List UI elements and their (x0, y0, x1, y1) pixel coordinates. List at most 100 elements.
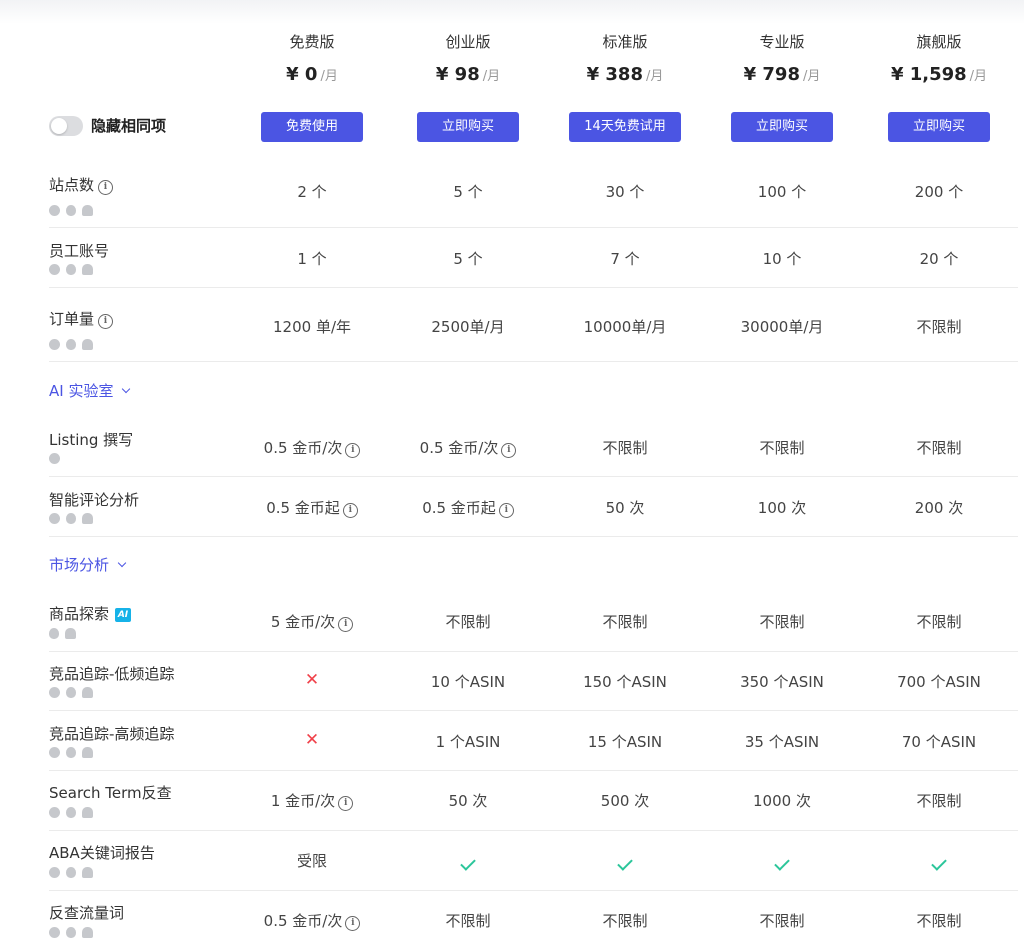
chrome-icon (49, 453, 60, 464)
hide-same-toggle[interactable] (49, 116, 83, 136)
chrome-icon (49, 513, 60, 524)
cell-value: 30 个 (605, 183, 645, 201)
plan-name: 标准版 (602, 33, 648, 51)
plan-price: ¥ 388/月 (545, 64, 705, 85)
price-amount: ¥ 798 (743, 64, 800, 85)
cell-value: 700 个ASIN (897, 673, 981, 691)
section-label: 市场分析 (49, 556, 110, 574)
cell-value: 5 个 (453, 250, 483, 268)
ai-badge-icon: AI (115, 608, 132, 622)
cell-value: 不限制 (602, 613, 648, 631)
info-icon[interactable]: i (338, 617, 354, 632)
android-icon (82, 747, 93, 758)
info-icon[interactable]: i (345, 916, 361, 931)
price-unit: /月 (645, 69, 664, 84)
chevron-down-icon (117, 558, 127, 568)
plan-name: 旗舰版 (916, 33, 962, 51)
cell-value: 0.5 金币起 i (237, 497, 387, 518)
chrome-icon (49, 867, 60, 878)
cell-value: 500 次 (600, 792, 650, 810)
buy-now-button[interactable]: 立即购买 (888, 112, 990, 142)
apple-icon (66, 807, 76, 818)
section-toggle-market[interactable]: 市场分析 (49, 554, 127, 575)
cell-value: 70 个ASIN (901, 733, 977, 751)
cell-value: 不限制 (602, 912, 648, 930)
check-icon (460, 855, 476, 871)
plan-name: 专业版 (759, 33, 805, 51)
cell-value: 不限制 (916, 792, 962, 810)
plan-price: ¥ 798/月 (702, 64, 862, 85)
info-icon[interactable]: i (98, 314, 114, 329)
feature-label: 竞品追踪-低频追踪 (49, 665, 175, 683)
info-icon[interactable]: i (501, 443, 517, 458)
cell-value: 不限制 (916, 613, 962, 631)
buy-now-button[interactable]: 立即购买 (417, 112, 519, 142)
buy-now-button[interactable]: 立即购买 (731, 112, 833, 142)
price-amount: ¥ 0 (286, 64, 318, 85)
plan-name: 创业版 (445, 33, 491, 51)
plan-price: ¥ 1,598/月 (859, 64, 1019, 85)
cell-value: 受限 (296, 852, 327, 870)
info-icon[interactable]: i (98, 180, 114, 195)
check-icon (931, 855, 947, 871)
platform-icons (49, 264, 99, 276)
chrome-icon (49, 807, 60, 818)
platform-icons (49, 687, 99, 699)
feature-name: 订单量 i (49, 308, 114, 329)
android-icon (82, 867, 93, 878)
chrome-icon (49, 687, 60, 698)
feature-label: 商品探索 (49, 605, 110, 623)
platform-icons (49, 628, 82, 640)
chrome-icon (49, 747, 60, 758)
info-icon[interactable]: i (338, 796, 354, 811)
cell-value: 20 个 (919, 250, 959, 268)
cell-value: 不限制 (602, 439, 648, 457)
row-divider (49, 536, 1018, 537)
price-amount: ¥ 388 (586, 64, 643, 85)
apple-icon (66, 867, 76, 878)
chrome-icon (49, 339, 60, 350)
toggle-knob (51, 118, 67, 134)
feature-row: ABA关键词报告 受限 (0, 831, 1024, 891)
cell-text: 0.5 金币/次 (419, 439, 499, 457)
cell-value: 350 个ASIN (740, 673, 824, 691)
info-icon[interactable]: i (498, 503, 514, 518)
cell-value: 50 次 (448, 792, 488, 810)
feature-row: Search Term反查 1 金币/次 i 50 次 500 次 1000 次 … (0, 771, 1024, 831)
free-trial-button[interactable]: 14天免费试用 (569, 112, 681, 142)
feature-label: 竞品追踪-高频追踪 (49, 725, 175, 743)
cell-value: 不限制 (759, 613, 805, 631)
platform-icons (49, 927, 99, 939)
cell-value: 5 个 (453, 183, 483, 201)
plan-price: ¥ 98/月 (388, 64, 548, 85)
hide-same-label: 隐藏相同项 (91, 117, 167, 135)
apple-icon (66, 513, 76, 524)
chrome-icon (49, 927, 60, 938)
feature-row: 站点数 i 2 个 5 个 30 个 100 个 200 个 (0, 160, 1024, 228)
cell-value: 2500单/月 (431, 318, 505, 336)
cell-value: 0.5 金币/次 i (237, 910, 387, 931)
feature-label: Search Term反查 (49, 784, 172, 802)
info-icon[interactable]: i (342, 503, 358, 518)
cell-value: 50 次 (605, 499, 645, 517)
cell-value: 10 个ASIN (430, 673, 506, 691)
free-use-button[interactable]: 免费使用 (261, 112, 363, 142)
price-unit: /月 (482, 69, 501, 84)
price-amount: ¥ 1,598 (890, 64, 967, 85)
apple-icon (66, 339, 76, 350)
feature-row: 员工账号 1 个 5 个 7 个 10 个 20 个 (0, 228, 1024, 288)
feature-row: 竞品追踪-高频追踪 ✕ 1 个ASIN 15 个ASIN 35 个ASIN 70… (0, 711, 1024, 771)
cell-value: 0.5 金币/次 i (393, 437, 543, 458)
section-toggle-ai-lab[interactable]: AI 实验室 (49, 380, 131, 401)
cross-icon: ✕ (304, 730, 320, 750)
check-cell (393, 853, 543, 871)
feature-row: 智能评论分析 0.5 金币起 i 0.5 金币起 i 50 次 100 次 200 … (0, 477, 1024, 537)
price-unit: /月 (802, 69, 821, 84)
cell-value: 30000单/月 (740, 318, 824, 336)
cell-text: 0.5 金币起 (422, 499, 496, 517)
info-icon[interactable]: i (345, 443, 361, 458)
cell-value: 35 个ASIN (744, 733, 820, 751)
feature-label: 智能评论分析 (49, 491, 140, 509)
platform-icons (49, 867, 99, 879)
cell-value: 10 个 (762, 250, 802, 268)
